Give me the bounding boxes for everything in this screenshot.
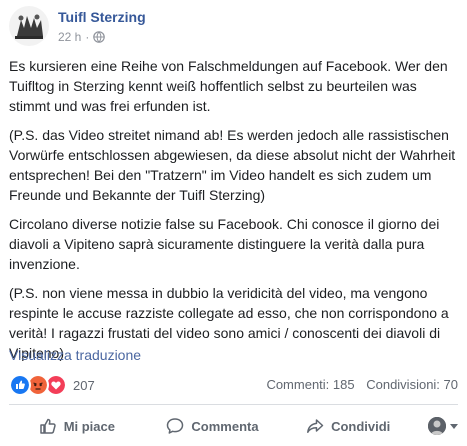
post-as-selector[interactable]	[416, 417, 459, 435]
page-name[interactable]: Tuifl Sterzing	[58, 9, 146, 25]
share-arrow-icon	[307, 419, 324, 433]
user-avatar	[428, 417, 447, 435]
post-body: Es kursieren eine Reihe von Falschmeldun…	[9, 56, 461, 372]
action-bar: Mi piace Commenta Condividi	[9, 407, 459, 445]
facebook-post: Tuifl Sterzing 22 h · Es kursieren eine …	[0, 0, 467, 446]
post-meta: 22 h ·	[58, 30, 106, 44]
meta-separator: ·	[85, 30, 90, 44]
chevron-down-icon	[450, 423, 459, 429]
shares-count[interactable]: Condivisioni: 70	[366, 377, 458, 392]
page-avatar[interactable]	[9, 6, 49, 46]
actions-divider	[9, 404, 458, 405]
reaction-count[interactable]: 207	[73, 378, 95, 393]
comment-icon	[167, 418, 184, 434]
reaction-icons	[9, 374, 67, 396]
globe-icon[interactable]	[93, 31, 106, 43]
comment-button[interactable]: Commenta	[145, 410, 281, 442]
post-timestamp[interactable]: 22 h	[58, 30, 81, 44]
paragraph-de-ps: (P.S. das Video streitet nimand ab! Es w…	[9, 127, 456, 203]
share-button[interactable]: Condividi	[280, 410, 416, 442]
thumbs-up-icon	[39, 418, 56, 434]
share-label: Condividi	[331, 418, 391, 434]
see-translation-link[interactable]: Visualizza traduzione	[9, 347, 141, 363]
comments-count[interactable]: Commenti: 185	[266, 377, 354, 392]
like-label: Mi piace	[63, 418, 115, 434]
engagement-counts: Commenti: 185 Condivisioni: 70	[266, 377, 458, 392]
paragraph-it: Circolano diverse notizie false su Faceb…	[9, 216, 440, 272]
like-icon	[9, 374, 31, 396]
like-button[interactable]: Mi piace	[9, 410, 145, 442]
comment-label: Commenta	[191, 418, 259, 434]
paragraph-de: Es kursieren eine Reihe von Falschmeldun…	[9, 58, 448, 114]
reactions-summary[interactable]: 207	[9, 373, 95, 397]
